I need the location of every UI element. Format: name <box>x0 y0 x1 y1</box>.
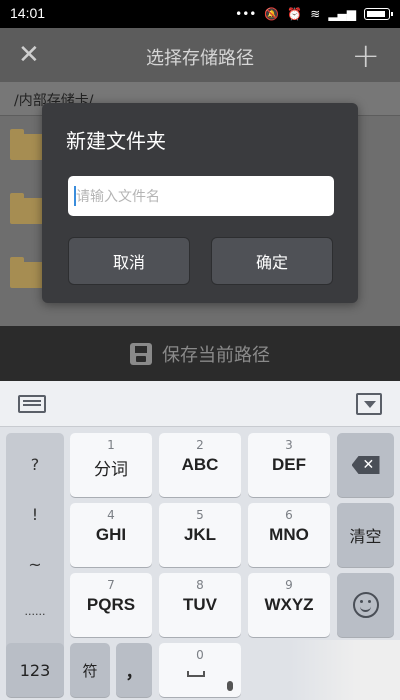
symbol-key[interactable]: ~ <box>6 555 64 574</box>
save-disk-icon <box>130 342 152 365</box>
folder-icon[interactable] <box>10 193 44 224</box>
key-8[interactable]: 8 TUV <box>159 573 241 637</box>
key-label: 分词 <box>94 460 128 480</box>
key-number: 3 <box>285 438 293 452</box>
key-label: ABC <box>181 455 219 474</box>
key-label: MNO <box>269 525 309 544</box>
key-number: 8 <box>196 578 204 592</box>
clear-button[interactable]: 清空 <box>337 503 394 567</box>
key-number: 2 <box>196 438 204 452</box>
keyboard-icon[interactable] <box>18 395 46 413</box>
alarm-icon: ⏰ <box>287 7 303 21</box>
status-time: 14:01 <box>10 5 46 21</box>
keyboard-toolbar <box>0 381 400 427</box>
signal-icon: ▂▄▆ <box>328 7 356 21</box>
save-path-label: 保存当前路径 <box>162 344 270 366</box>
mute-icon: 🔕 <box>264 7 280 21</box>
delete-button[interactable]: ✕ <box>337 433 394 497</box>
status-bar: 14:01 ••• 🔕 ⏰ ≋ ▂▄▆ <box>0 0 400 28</box>
cancel-button[interactable]: 取消 <box>68 237 190 285</box>
key-1[interactable]: 1 分词 <box>70 433 152 497</box>
space-key[interactable]: 0 <box>159 643 241 697</box>
hide-keyboard-icon[interactable] <box>356 393 382 415</box>
app-bar: ✕ 选择存储路径 + <box>0 28 400 82</box>
number-mode-button[interactable]: 123 <box>6 643 64 697</box>
wifi-icon: ≋ <box>310 7 321 21</box>
key-number: 4 <box>107 508 115 522</box>
space-icon <box>187 671 205 677</box>
delete-icon: ✕ <box>351 456 380 474</box>
key-label: WXYZ <box>264 595 314 614</box>
key-label: GHI <box>95 525 127 544</box>
key-label: PQRS <box>86 595 136 614</box>
symbol-column[interactable]: ? ! ~ ...... <box>6 433 64 661</box>
key-number: 5 <box>196 508 204 522</box>
plus-icon[interactable]: + <box>352 36 381 76</box>
smile-icon <box>352 592 379 618</box>
key-label: DEF <box>272 455 306 474</box>
dialog-title: 新建文件夹 <box>66 129 166 153</box>
folder-icon[interactable] <box>10 129 44 160</box>
key-number: 0 <box>196 648 204 662</box>
key-7[interactable]: 7 PQRS <box>70 573 152 637</box>
key-9[interactable]: 9 WXYZ <box>248 573 330 637</box>
folder-name-input[interactable]: 请输入文件名 <box>68 176 334 216</box>
key-6[interactable]: 6 MNO <box>248 503 330 567</box>
key-number: 1 <box>107 438 115 452</box>
ok-button[interactable]: 确定 <box>211 237 333 285</box>
key-5[interactable]: 5 JKL <box>159 503 241 567</box>
mic-icon <box>227 681 233 691</box>
comma-key[interactable]: ， <box>116 643 152 697</box>
key-label: TUV <box>183 595 217 614</box>
new-folder-dialog: 新建文件夹 请输入文件名 取消 确定 <box>42 103 358 303</box>
page-title: 选择存储路径 <box>146 48 254 69</box>
symbol-key[interactable]: ! <box>6 505 64 524</box>
key-number: 6 <box>285 508 293 522</box>
symbol-key[interactable]: ...... <box>6 605 64 618</box>
symbol-key[interactable]: ? <box>6 455 64 474</box>
key-number: 9 <box>285 578 293 592</box>
key-2[interactable]: 2 ABC <box>159 433 241 497</box>
status-icons: ••• 🔕 ⏰ ≋ ▂▄▆ <box>235 6 393 22</box>
save-path-button[interactable]: 保存当前路径 <box>0 326 400 381</box>
key-number: 7 <box>107 578 115 592</box>
dots-icon: ••• <box>235 7 257 21</box>
emoji-button[interactable] <box>337 573 394 637</box>
key-label: JKL <box>183 525 217 544</box>
key-3[interactable]: 3 DEF <box>248 433 330 497</box>
keyboard: ? ! ~ ...... 1 分词 2 ABC 3 DEF ✕ 4 GHI 5 … <box>0 427 400 700</box>
folder-icon[interactable] <box>10 257 44 288</box>
watermark <box>290 640 400 700</box>
symbol-mode-button[interactable]: 符 <box>70 643 110 697</box>
battery-icon <box>364 8 393 20</box>
key-4[interactable]: 4 GHI <box>70 503 152 567</box>
